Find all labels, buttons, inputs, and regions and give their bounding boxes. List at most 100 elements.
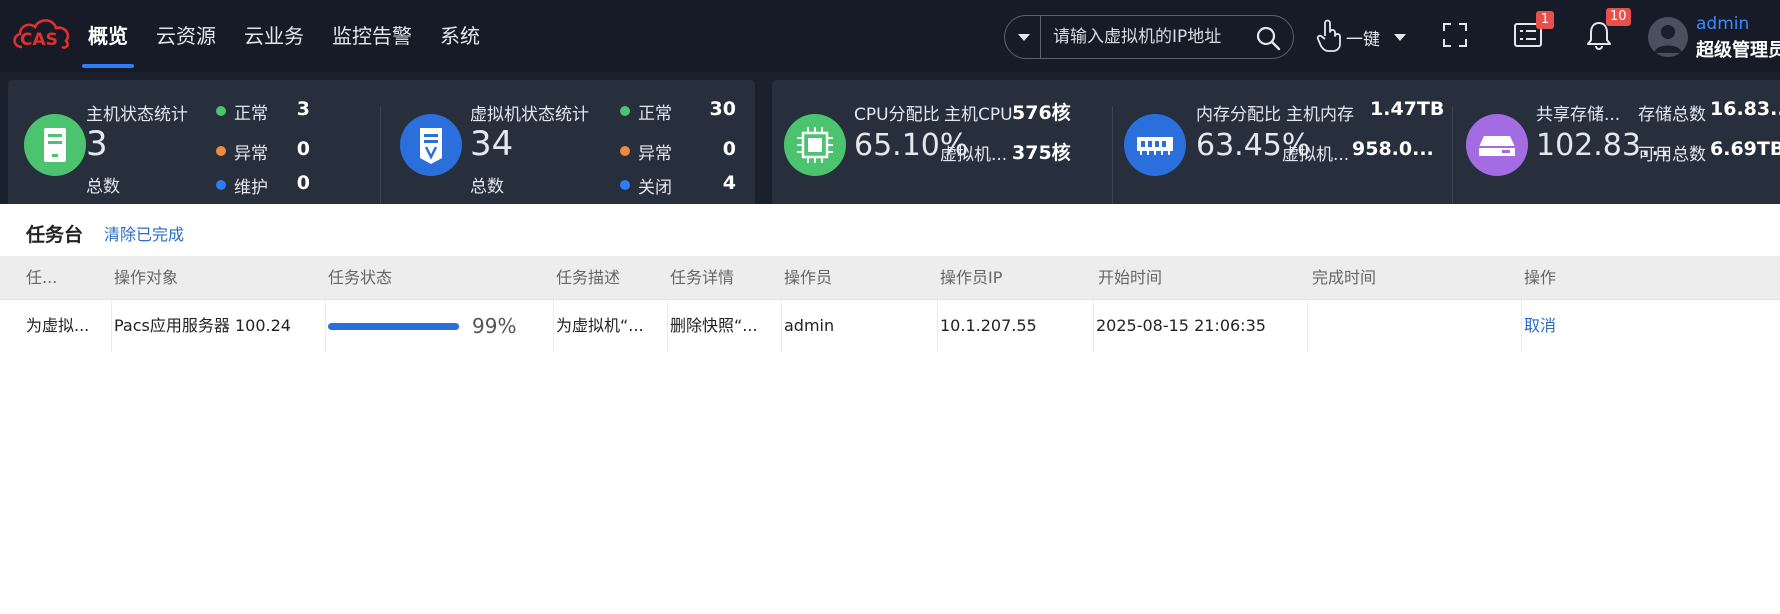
alerts-count-badge: 10 xyxy=(1606,8,1631,26)
column-divider xyxy=(1521,300,1522,352)
column-header-operator[interactable]: 操作员 xyxy=(784,256,832,300)
host-legend-normal-value[interactable]: 3 xyxy=(270,98,310,120)
table-row[interactable]: 为虚拟... Pacs应用服务器 100.24 99% 为虚拟机“... 删除快… xyxy=(0,300,1780,352)
fullscreen-button[interactable] xyxy=(1440,14,1474,58)
host-total[interactable]: 3 xyxy=(86,124,108,164)
vm-legend-normal-value[interactable]: 30 xyxy=(696,98,736,120)
task-operator-cell: admin xyxy=(784,316,835,335)
task-detail-cell[interactable]: 删除快照“... xyxy=(670,300,780,352)
one-key-label: 一键 xyxy=(1346,30,1380,50)
panel-divider xyxy=(1452,106,1453,204)
storage-total-value: 16.83... xyxy=(1710,98,1780,120)
column-divider xyxy=(325,300,326,352)
host-legend-maintenance-value[interactable]: 0 xyxy=(270,172,310,194)
task-progress-bar xyxy=(328,323,460,330)
host-total-label: 总数 xyxy=(86,177,120,197)
column-header-detail[interactable]: 任务详情 xyxy=(670,256,734,300)
nav-item-cloud-resources[interactable]: 云资源 xyxy=(156,0,216,72)
storage-disk-icon xyxy=(1466,114,1528,176)
legend-dot-off xyxy=(620,180,630,190)
column-header-action[interactable]: 操作 xyxy=(1524,256,1556,300)
vm-legend-abnormal-value[interactable]: 0 xyxy=(696,138,736,160)
task-progress-text: 99% xyxy=(472,314,517,338)
column-divider xyxy=(667,300,668,352)
vm-total[interactable]: 34 xyxy=(470,124,513,164)
column-divider xyxy=(111,300,112,352)
column-divider xyxy=(1307,300,1308,352)
host-legend-abnormal-label: 异常 xyxy=(234,144,268,164)
cas-logo[interactable]: CAS xyxy=(10,14,74,54)
vm-legend-off-value[interactable]: 4 xyxy=(696,172,736,194)
host-server-icon xyxy=(24,114,86,176)
cpu-host-value: 576核 xyxy=(1012,102,1071,124)
storage-total-label: 存储总数 xyxy=(1638,105,1706,125)
task-cancel-link[interactable]: 取消 xyxy=(1524,300,1584,352)
user-name[interactable]: admin xyxy=(1696,14,1749,34)
column-divider xyxy=(1093,300,1094,352)
memory-vm-label: 虚拟机... xyxy=(1282,145,1350,165)
memory-icon xyxy=(1124,114,1186,176)
column-header-task[interactable]: 任... xyxy=(26,256,57,300)
column-header-target[interactable]: 操作对象 xyxy=(114,256,178,300)
cpu-title: CPU分配比 xyxy=(854,105,940,125)
vm-total-label: 总数 xyxy=(470,177,504,197)
storage-title: 共享存储... xyxy=(1536,105,1621,125)
search-type-dropdown[interactable] xyxy=(1005,16,1041,58)
column-header-status[interactable]: 任务状态 xyxy=(328,256,392,300)
task-list-button[interactable]: 1 xyxy=(1512,11,1554,58)
legend-dot-normal xyxy=(216,106,226,116)
task-console-title: 任务台 xyxy=(26,224,84,246)
alerts-button[interactable]: 10 xyxy=(1582,8,1631,58)
resource-allocation-panel: CPU分配比 65.10% 主机CPU 576核 虚拟机... 375核 内存分… xyxy=(772,80,1780,204)
logo-text: CAS xyxy=(20,30,58,50)
overview-dashboard: 主机状态统计 3 总数 正常 3 异常 0 维护 0 虚拟机状态统计 34 总数… xyxy=(0,72,1780,204)
main-nav: 概览 云资源 云业务 监控告警 系统 xyxy=(82,0,508,72)
column-header-end-time[interactable]: 完成时间 xyxy=(1312,256,1376,300)
nav-item-system[interactable]: 系统 xyxy=(440,0,480,72)
vm-document-icon xyxy=(400,114,462,176)
task-target-cell[interactable]: Pacs应用服务器 100.24 xyxy=(114,300,324,352)
task-name-cell[interactable]: 为虚拟... xyxy=(26,300,110,352)
vm-ip-search xyxy=(1004,15,1294,59)
one-key-button[interactable]: 一键 xyxy=(1312,14,1406,58)
memory-host-value: 1.47TB xyxy=(1370,98,1445,120)
top-navbar: CAS 概览 云资源 云业务 监控告警 系统 一键 1 xyxy=(0,0,1780,72)
column-header-description[interactable]: 任务描述 xyxy=(556,256,620,300)
vm-legend-off-label: 关闭 xyxy=(638,178,672,198)
column-divider xyxy=(553,300,554,352)
avatar[interactable] xyxy=(1648,17,1688,57)
cpu-chip-icon xyxy=(784,114,846,176)
task-console: 任务台 清除已完成 任... 操作对象 任务状态 任务描述 任务详情 操作员 操… xyxy=(0,204,1780,614)
user-role: 超级管理员 xyxy=(1696,40,1780,61)
task-operator-ip-cell: 10.1.207.55 xyxy=(940,316,1037,335)
host-legend-abnormal-value[interactable]: 0 xyxy=(270,138,310,160)
panel-divider xyxy=(1112,106,1113,204)
column-header-operator-ip[interactable]: 操作员IP xyxy=(940,256,1002,300)
host-stats-title: 主机状态统计 xyxy=(86,105,188,125)
nav-item-overview[interactable]: 概览 xyxy=(82,0,134,72)
memory-vm-value: 958.0... xyxy=(1352,138,1434,160)
task-table-header: 任... 操作对象 任务状态 任务描述 任务详情 操作员 操作员IP 开始时间 … xyxy=(0,256,1780,300)
legend-dot-maintenance xyxy=(216,180,226,190)
legend-dot-normal xyxy=(620,106,630,116)
search-icon[interactable] xyxy=(1255,25,1281,51)
nav-item-monitoring[interactable]: 监控告警 xyxy=(332,0,412,72)
legend-dot-abnormal xyxy=(620,146,630,156)
column-divider xyxy=(937,300,938,352)
vm-legend-normal-label: 正常 xyxy=(638,104,672,124)
status-stats-panel: 主机状态统计 3 总数 正常 3 异常 0 维护 0 虚拟机状态统计 34 总数… xyxy=(8,80,755,204)
host-legend-maintenance-label: 维护 xyxy=(234,178,268,198)
memory-host-label: 主机内存 xyxy=(1286,105,1354,125)
vm-stats-title: 虚拟机状态统计 xyxy=(470,105,589,125)
cpu-host-label: 主机CPU xyxy=(944,105,1013,125)
cpu-vm-value: 375核 xyxy=(1012,142,1071,164)
legend-dot-abnormal xyxy=(216,146,226,156)
column-header-start-time[interactable]: 开始时间 xyxy=(1098,256,1162,300)
clear-completed-link[interactable]: 清除已完成 xyxy=(104,221,184,245)
tasks-count-badge: 1 xyxy=(1536,11,1554,29)
vm-legend-abnormal-label: 异常 xyxy=(638,144,672,164)
search-input[interactable] xyxy=(1053,24,1243,50)
nav-item-cloud-services[interactable]: 云业务 xyxy=(244,0,304,72)
task-description-cell[interactable]: 为虚拟机“... xyxy=(556,300,666,352)
task-progress-fill xyxy=(328,323,459,330)
